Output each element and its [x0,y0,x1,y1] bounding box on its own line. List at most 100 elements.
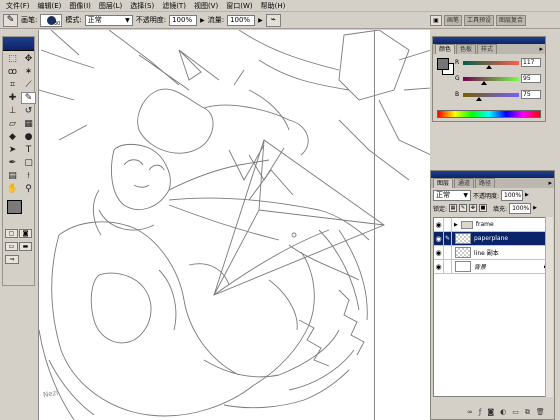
brush-picker[interactable]: 30 [40,13,63,27]
pen-tool-icon[interactable]: ✒ [5,157,20,169]
b-slider-thumb[interactable] [476,96,483,101]
panel-foreground-color[interactable] [437,58,449,70]
type-tool-icon[interactable]: T [21,144,36,156]
shape-tool-icon[interactable]: ▢ [21,157,36,169]
color-panel-header[interactable] [433,37,545,44]
eraser-tool-icon[interactable]: ▱ [5,118,20,130]
b-slider[interactable] [463,92,519,101]
flow-arrow-icon[interactable]: ▶ [258,17,263,24]
document-canvas[interactable]: Nezi [38,30,430,420]
screen-mode-standard-icon[interactable]: ▭ [5,242,18,251]
layers-panel-header[interactable] [431,171,554,178]
eye-icon[interactable]: ◉ [434,231,444,246]
menu-file[interactable]: 文件(F) [2,0,34,12]
link-cell[interactable] [444,259,452,274]
brush-tool-icon[interactable]: ✎ [21,92,36,104]
trash-icon[interactable]: 🗑︎ [536,408,545,416]
screen-mode-full-icon[interactable]: ▬ [19,242,32,251]
gradient-tool-icon[interactable]: ▦ [21,118,36,130]
mode-select[interactable]: 正常 ▼ [84,14,133,26]
fill-input[interactable]: 100% [509,202,532,214]
brush-link-icon[interactable]: ✎ [444,231,452,246]
opacity-arrow-icon[interactable]: ▶ [200,17,205,24]
layer-opacity-input[interactable]: 100% [501,189,524,201]
menu-filter[interactable]: 滤镜(T) [158,0,190,12]
crop-tool-icon[interactable]: ⌗ [5,79,20,91]
standard-mode-icon[interactable]: ▢ [5,229,18,238]
adjustment-layer-icon[interactable]: ◐ [500,408,506,416]
tab-layers[interactable]: 图层 [433,178,454,188]
g-slider[interactable] [463,76,519,85]
healing-tool-icon[interactable]: ✚ [5,92,20,104]
tab-styles[interactable]: 样式 [477,44,498,54]
history-brush-tool-icon[interactable]: ↺ [21,105,36,117]
file-browser-button[interactable]: ▣ [430,15,442,26]
lasso-tool-icon[interactable]: ꝏ [5,66,20,78]
well-tab-tool-presets[interactable]: 工具预设 [464,15,495,26]
airbrush-button[interactable]: ⌁ [265,13,281,27]
link-cell[interactable] [444,245,452,260]
layer-style-icon[interactable]: ƒ [479,408,481,416]
marquee-tool-icon[interactable]: ⬚ [5,53,20,65]
stamp-tool-icon[interactable]: ⊥ [5,105,20,117]
magic-wand-tool-icon[interactable]: ✶ [21,66,36,78]
g-input[interactable]: 95 [521,74,541,83]
r-input[interactable]: 117 [521,58,541,67]
link-cell[interactable] [444,217,452,232]
path-select-tool-icon[interactable]: ➤ [5,144,20,156]
blend-mode-select[interactable]: 正常 ▼ [433,189,471,201]
layer-row-frame[interactable]: ◉ ▶ frame [434,217,551,232]
new-layer-icon[interactable]: ⧉ [525,408,530,417]
flow-input[interactable]: 100% [227,14,256,26]
zoom-tool-icon[interactable]: ⚲ [21,183,36,195]
opacity-input[interactable]: 100% [169,14,198,26]
link-layers-icon[interactable]: ∞ [467,408,473,416]
blur-tool-icon[interactable]: ◆ [5,131,20,143]
menu-window[interactable]: 窗口(W) [222,0,256,12]
new-group-icon[interactable]: ▭ [512,408,519,416]
menu-view[interactable]: 视图(V) [190,0,222,12]
lock-image-icon[interactable]: ✎ [459,204,468,212]
layers-menu-icon[interactable]: ▸ [548,179,552,187]
lock-transparency-icon[interactable]: ▦ [449,204,458,212]
dodge-tool-icon[interactable]: ● [21,131,36,143]
tab-channels[interactable]: 通道 [454,178,475,188]
tab-color[interactable]: 颜色 [435,44,456,54]
menu-select[interactable]: 选择(S) [126,0,158,12]
menu-image[interactable]: 图像(I) [65,0,95,12]
color-spectrum-bar[interactable] [437,110,541,118]
r-slider-thumb[interactable] [485,64,492,69]
foreground-color[interactable] [7,200,22,214]
eyedropper-tool-icon[interactable]: ⟊ [21,170,36,182]
menu-layer[interactable]: 图层(L) [95,0,126,12]
lock-all-icon[interactable]: ■ [479,204,488,212]
jump-to-imageready-icon[interactable]: ⇒ [5,255,19,264]
b-input[interactable]: 75 [521,90,541,99]
brush-preset-button[interactable]: ✎ [3,13,18,27]
eye-icon[interactable]: ◉ [434,217,444,232]
menu-help[interactable]: 帮助(H) [257,0,290,12]
r-slider[interactable] [463,60,519,69]
hand-tool-icon[interactable]: ✋ [5,183,20,195]
eye-icon[interactable]: ◉ [434,259,444,274]
tab-swatches[interactable]: 色板 [456,44,477,54]
layer-row-paperplane[interactable]: ◉ ✎ paperplane [434,231,551,246]
notes-tool-icon[interactable]: ▤ [5,170,20,182]
panel-menu-icon[interactable]: ▸ [539,45,543,53]
layer-row-line-copy[interactable]: ◉ line 副本 [434,245,551,260]
well-tab-brushes[interactable]: 画笔 [444,15,463,26]
g-slider-thumb[interactable] [480,80,487,85]
tab-paths[interactable]: 路径 [475,178,496,188]
menu-edit[interactable]: 编辑(E) [34,0,66,12]
move-tool-icon[interactable]: ✥ [21,53,36,65]
layer-mask-icon[interactable]: ◙ [487,408,494,416]
quickmask-mode-icon[interactable]: ◙ [19,229,32,238]
slice-tool-icon[interactable]: ⟋ [21,79,36,91]
lock-position-icon[interactable]: ✥ [469,204,478,212]
layer-row-background[interactable]: ◉ 背景 🔒︎ [434,259,551,274]
fill-arrow-icon[interactable]: ▶ [533,205,537,211]
eye-icon[interactable]: ◉ [434,245,444,260]
well-tab-layer-comps[interactable]: 图层复合 [496,15,527,26]
expand-arrow-icon[interactable]: ▶ [454,222,458,228]
layers-scrollbar[interactable] [545,217,553,397]
